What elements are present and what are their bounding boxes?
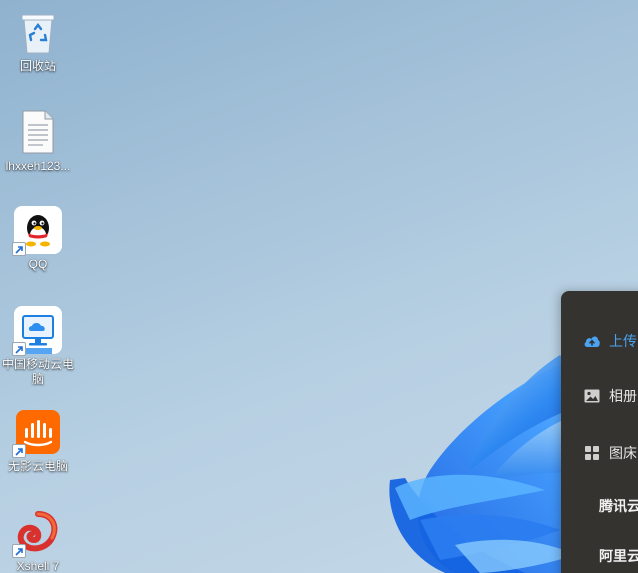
desktop-icon-label: 无影云电脑 [7, 459, 68, 473]
recycle-bin-icon [14, 8, 62, 56]
shortcut-arrow-icon [12, 544, 26, 558]
menu-item-label: 腾讯云 [599, 498, 638, 514]
desktop-icon-china-mobile-cloud-pc[interactable]: 中国移动云电脑 [0, 306, 76, 387]
cloud-upload-icon [583, 332, 601, 350]
menu-item-label: 阿里云 [599, 548, 638, 564]
menu-item-aliyun[interactable]: 阿里云 [561, 544, 638, 568]
desktop: 回收站 lhxxeh123... QQ 中国移动云电脑 无影云电脑 Xshell… [0, 0, 638, 573]
desktop-icon-document[interactable]: lhxxeh123... [0, 108, 76, 174]
menu-item-label: 图床 [609, 445, 637, 461]
desktop-icon-recycle-bin[interactable]: 回收站 [0, 8, 76, 74]
desktop-icon-label: Xshell 7 [16, 559, 60, 573]
desktop-icon-xshell[interactable]: Xshell 7 [0, 508, 76, 573]
xshell-icon [12, 508, 62, 558]
wuying-cloud-pc-icon [12, 408, 62, 458]
desktop-icon-label: 中国移动云电脑 [1, 357, 74, 386]
china-mobile-cloud-pc-icon [12, 306, 62, 356]
shortcut-arrow-icon [12, 242, 26, 256]
desktop-icon-label: 回收站 [19, 59, 56, 73]
image-icon [583, 387, 601, 405]
grid-icon [583, 444, 601, 462]
menu-item-album[interactable]: 相册 [561, 384, 638, 408]
text-document-icon [14, 108, 62, 156]
desktop-icon-label: QQ [28, 257, 48, 271]
qq-penguin-icon [12, 206, 62, 256]
shortcut-arrow-icon [12, 444, 26, 458]
side-panel: 上传 相册 图床 腾讯云 阿里云 [561, 291, 638, 573]
menu-item-upload[interactable]: 上传 [561, 329, 638, 353]
menu-item-tencent-cloud[interactable]: 腾讯云 [561, 494, 638, 518]
shortcut-arrow-icon [12, 342, 26, 356]
desktop-icon-qq[interactable]: QQ [0, 206, 76, 272]
wallpaper-bloom [389, 340, 638, 573]
desktop-icon-wuying-cloud-pc[interactable]: 无影云电脑 [0, 408, 76, 474]
menu-item-image-host[interactable]: 图床 [561, 441, 638, 465]
menu-item-label: 上传 [609, 333, 637, 349]
menu-item-label: 相册 [609, 388, 637, 404]
desktop-icon-label: lhxxeh123... [5, 159, 71, 173]
